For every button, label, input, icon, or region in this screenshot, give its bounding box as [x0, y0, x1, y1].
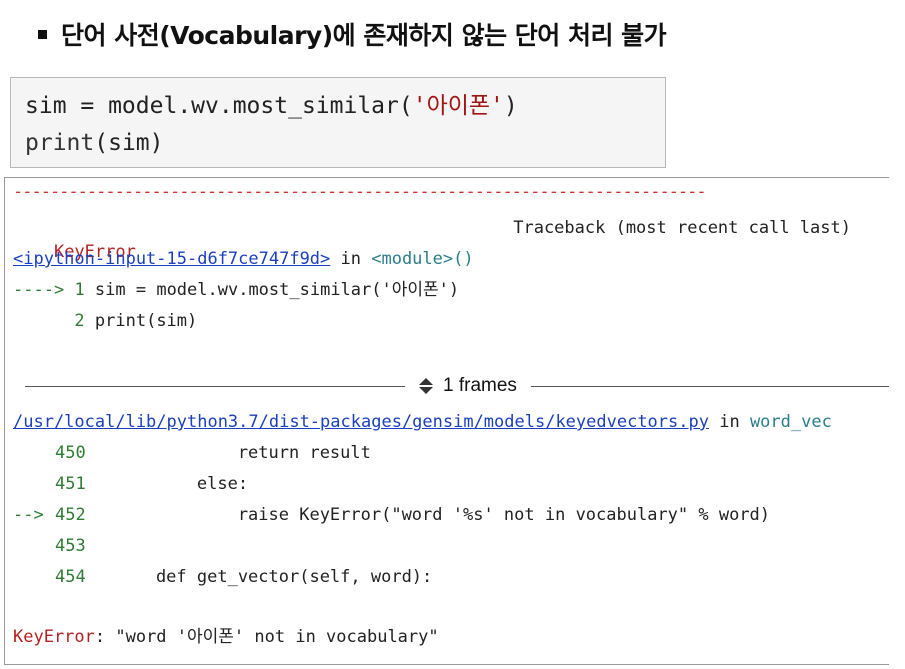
expand-collapse-icon	[419, 378, 433, 394]
arrow-marker: ---->	[13, 280, 65, 300]
input-location: <ipython-input-15-d6f7ce747f9d> in <modu…	[13, 247, 474, 271]
code-func: print	[25, 130, 95, 156]
trace-line-2: 2 print(sim)	[13, 309, 197, 333]
traceback-label: Traceback (most recent call last)	[513, 218, 851, 238]
code-text: sim = model.wv.most_similar(	[25, 93, 413, 119]
divider	[25, 385, 405, 387]
line-number: 2	[74, 311, 85, 331]
line-number: 451	[55, 474, 86, 494]
error-message: : "word '아이폰' not in vocabulary"	[94, 627, 439, 647]
code-line-1: sim = model.wv.most_similar('아이폰')	[25, 88, 665, 125]
error-output: ----------------------------------------…	[4, 177, 889, 665]
file-link[interactable]: /usr/local/lib/python3.7/dist-packages/g…	[13, 412, 709, 432]
frames-label[interactable]: 1 frames	[405, 375, 531, 397]
line-code: sim = model.wv.most_similar('아이폰')	[84, 280, 460, 300]
frames-toggle[interactable]: 1 frames	[25, 374, 889, 398]
frames-count: 1 frames	[443, 375, 517, 396]
source-line: 450 return result	[13, 441, 371, 465]
function-name: word_vec	[749, 412, 832, 432]
in-word: in	[330, 249, 372, 269]
separator-line: ----------------------------------------…	[13, 182, 707, 202]
module-name: <module>()	[371, 249, 474, 269]
arrow-marker: -->	[13, 505, 44, 525]
code-string: '아이폰'	[412, 93, 504, 119]
ipython-input-link[interactable]: <ipython-input-15-d6f7ce747f9d>	[13, 249, 330, 269]
source-line: 453	[13, 534, 115, 558]
line-code: else:	[115, 474, 249, 494]
line-number: 1	[74, 280, 85, 300]
code-cell[interactable]: sim = model.wv.most_similar('아이폰') print…	[10, 77, 666, 168]
line-code: print(sim)	[84, 311, 198, 331]
error-name: KeyError	[13, 627, 95, 647]
heading-text: 단어 사전(Vocabulary)에 존재하지 않는 단어 처리 불가	[61, 21, 667, 50]
source-line: 451 else:	[13, 472, 248, 496]
slide-heading: 단어 사전(Vocabulary)에 존재하지 않는 단어 처리 불가	[38, 14, 667, 54]
trace-line-1: ----> 1 sim = model.wv.most_similar('아이폰…	[13, 278, 459, 302]
line-number: 452	[55, 505, 86, 525]
code-line-2: print(sim)	[25, 125, 665, 162]
in-word: in	[708, 412, 750, 432]
source-line: 454 def get_vector(self, word):	[13, 565, 432, 589]
code-text: )	[503, 93, 518, 119]
line-code: def get_vector(self, word):	[115, 567, 433, 587]
line-code: return result	[115, 443, 371, 463]
file-location: /usr/local/lib/python3.7/dist-packages/g…	[13, 410, 832, 434]
bullet-icon	[38, 29, 47, 39]
line-number: 454	[55, 567, 86, 587]
line-number: 450	[55, 443, 86, 463]
line-code: raise KeyError("word '%s' not in vocabul…	[115, 505, 771, 525]
divider	[530, 385, 889, 387]
source-line-error: --> 452 raise KeyError("word '%s' not in …	[13, 503, 770, 527]
code-text: (sim)	[94, 130, 164, 156]
final-error: KeyError: "word '아이폰' not in vocabulary"	[13, 625, 439, 649]
line-number: 453	[55, 536, 86, 556]
